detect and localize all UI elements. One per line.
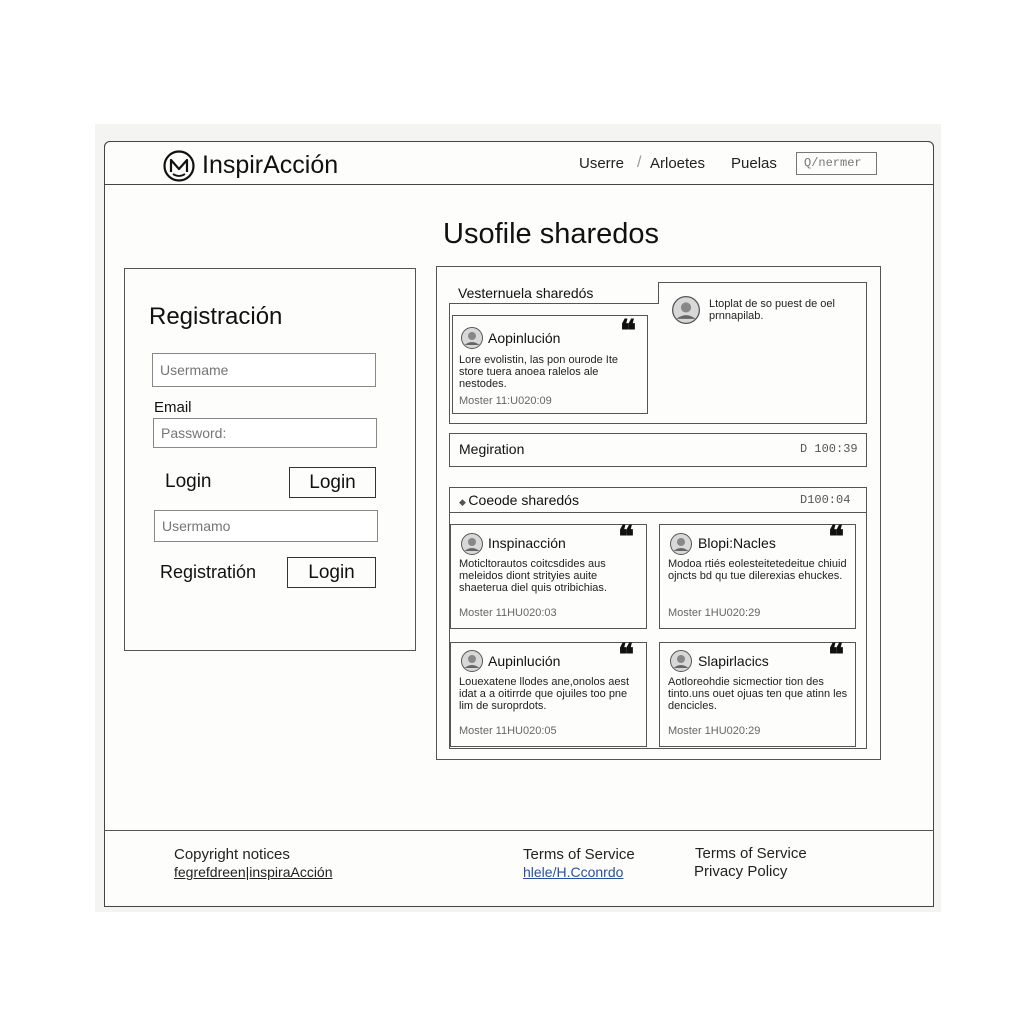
card-author-name: Aopinlución xyxy=(488,330,561,346)
profile-note: Ltoplat de so puest de oel prnnapilab. xyxy=(709,298,835,322)
login-button-2[interactable]: Login xyxy=(287,557,376,588)
card-text: Louexatene llodes ane,onolos aest idat a… xyxy=(459,676,630,712)
search-input[interactable]: Q/nermer xyxy=(796,152,877,175)
card-author-name: Inspinacción xyxy=(488,535,566,551)
nav-link-arloetes[interactable]: Arloetes xyxy=(650,154,705,174)
quote-icon: ❝ xyxy=(618,520,635,555)
email-label: Email xyxy=(154,399,192,416)
password-input[interactable] xyxy=(153,418,377,448)
footer-divider xyxy=(104,830,934,831)
user-avatar-icon xyxy=(461,327,483,349)
nav-link-puelas[interactable]: Puelas xyxy=(731,154,777,174)
card-text: Aotloreohdie sicmectior tion des tinto.u… xyxy=(668,676,848,712)
card-author-name: Blopi:Nacles xyxy=(698,535,776,551)
user-avatar-icon xyxy=(670,650,692,672)
brand-name[interactable]: InspirAcción xyxy=(202,148,338,182)
footer-terms-label: Terms of Service xyxy=(523,846,635,863)
footer-copyright: Copyright notices xyxy=(174,846,290,863)
card-text: Modoa rtiés eolesteitetedeitue chiuid oj… xyxy=(668,558,847,582)
bullet-icon: ◆ xyxy=(459,497,469,507)
quote-icon: ❝ xyxy=(620,314,637,349)
card-timestamp: Moster 11HU020:05 xyxy=(459,725,557,737)
card-timestamp: Moster 1HU020:29 xyxy=(668,725,761,737)
card-text: Moticltorautos coitcsdides aus meleidos … xyxy=(459,558,607,594)
quote-icon: ❝ xyxy=(828,638,845,673)
section-title-vesternuela: Vesternuela sharedós xyxy=(458,285,594,301)
username-input-2[interactable] xyxy=(154,510,378,542)
quote-icon: ❝ xyxy=(828,520,845,555)
registration-title: Registración xyxy=(149,303,283,330)
registration-label: Registratión xyxy=(160,562,257,582)
user-avatar-icon xyxy=(461,650,483,672)
nav-link-userre[interactable]: Userre xyxy=(579,154,624,174)
section-title-text: Coeode sharedós xyxy=(468,492,579,508)
footer-terms-of-service[interactable]: Terms of Service xyxy=(695,845,807,862)
card-timestamp: Moster 1HU020:29 xyxy=(668,607,761,619)
section-time-2: D100:04 xyxy=(800,493,851,507)
footer-copyright-link[interactable]: fegrefdreen|inspiraAcción xyxy=(174,864,333,880)
card-timestamp: Moster 11:U020:09 xyxy=(459,395,552,407)
brand-logo-icon xyxy=(163,150,195,182)
page-title: Usofile sharedos xyxy=(443,218,659,250)
footer-privacy-policy[interactable]: Privacy Policy xyxy=(694,863,787,880)
section-time: D 100:39 xyxy=(800,442,858,456)
section-title-coeode: ◆ Coeode sharedós xyxy=(459,492,579,508)
profile-avatar-icon xyxy=(672,296,700,324)
footer-terms-link[interactable]: hlele/H.Cconrdo xyxy=(523,864,623,880)
card-author-name: Aupinlución xyxy=(488,653,561,669)
quote-icon: ❝ xyxy=(618,638,635,673)
user-avatar-icon xyxy=(670,533,692,555)
card-timestamp: Moster 11HU020:03 xyxy=(459,607,557,619)
user-avatar-icon xyxy=(461,533,483,555)
card-author-name: Slapirlacics xyxy=(698,653,769,669)
login-label: Login xyxy=(165,471,212,492)
card-text: Lore evolistin, las pon ourode Ite store… xyxy=(459,354,618,390)
section-title-megiration: Megiration xyxy=(459,441,525,457)
login-button[interactable]: Login xyxy=(289,467,376,498)
username-input[interactable] xyxy=(152,353,376,387)
nav-separator: / xyxy=(637,154,642,171)
